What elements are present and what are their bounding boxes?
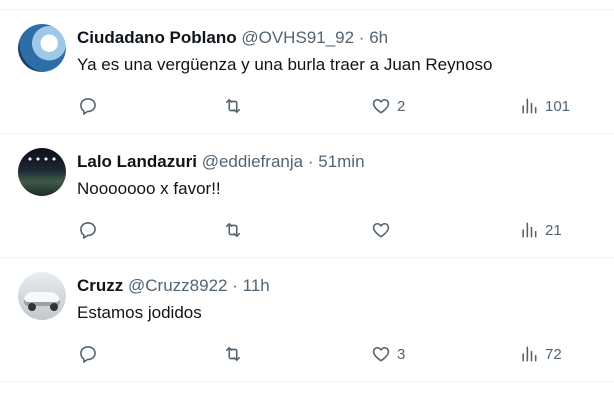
avatar[interactable] <box>18 272 66 320</box>
tweet-actions: 3 72 <box>0 342 614 366</box>
views-icon <box>522 222 537 238</box>
retweet-icon <box>225 346 241 362</box>
tweet-actions: 2 101 <box>0 94 614 118</box>
like-button[interactable]: 3 <box>371 342 405 366</box>
tweet-text: Ya es una vergüenza y una burla traer a … <box>77 55 493 74</box>
like-button[interactable] <box>371 218 397 242</box>
tweet-header: Ciudadano Poblano @OVHS91_92 · 6h <box>77 27 388 49</box>
views-count: 72 <box>545 345 562 363</box>
retweet-icon <box>225 222 241 238</box>
reply-icon <box>80 222 96 239</box>
views-button[interactable]: 101 <box>519 94 570 118</box>
views-button[interactable]: 21 <box>519 218 562 242</box>
heart-icon <box>372 346 390 362</box>
display-name[interactable]: Lalo Landazuri <box>77 152 197 171</box>
user-handle[interactable]: @OVHS91_92 <box>241 28 354 47</box>
separator-dot: · <box>307 152 314 171</box>
avatar-image <box>28 303 36 311</box>
avatar-image <box>26 156 58 162</box>
views-button[interactable]: 72 <box>519 342 562 366</box>
tweet-text: Estamos jodidos <box>77 303 202 322</box>
timestamp[interactable]: 11h <box>243 276 270 295</box>
retweet-button[interactable] <box>223 342 249 366</box>
separator-dot: · <box>358 28 365 47</box>
views-icon <box>522 346 537 362</box>
tweet-item[interactable]: Lalo Landazuri @eddiefranja · 51min Nooo… <box>0 134 614 258</box>
tweet-header: Lalo Landazuri @eddiefranja · 51min <box>77 151 365 173</box>
user-handle[interactable]: @eddiefranja <box>202 152 303 171</box>
retweet-button[interactable] <box>223 94 249 118</box>
separator-dot: · <box>232 276 238 295</box>
like-count: 2 <box>397 97 406 115</box>
tweet-item[interactable]: Cruzz @Cruzz8922 · 11h Estamos jodidos 3… <box>0 258 614 382</box>
tweet-text: Nooooooo x favor!! <box>77 179 221 198</box>
reply-button[interactable] <box>78 218 104 242</box>
retweet-button[interactable] <box>223 218 249 242</box>
avatar[interactable] <box>18 24 66 72</box>
user-handle[interactable]: @Cruzz8922 <box>128 276 227 295</box>
avatar-image <box>50 303 58 311</box>
reply-button[interactable] <box>78 94 104 118</box>
like-button[interactable]: 2 <box>371 94 405 118</box>
tweet-actions: 21 <box>0 218 614 242</box>
views-icon <box>522 98 537 114</box>
avatar[interactable] <box>18 148 66 196</box>
reply-button[interactable] <box>78 342 104 366</box>
views-count: 101 <box>545 97 571 115</box>
reply-icon <box>80 346 96 363</box>
retweet-icon <box>225 98 241 114</box>
tweet-item[interactable]: Ciudadano Poblano @OVHS91_92 · 6h Ya es … <box>0 10 614 134</box>
views-count: 21 <box>545 221 562 239</box>
like-count: 3 <box>397 345 406 363</box>
reply-icon <box>80 98 96 115</box>
timestamp[interactable]: 51min <box>318 152 364 171</box>
display-name[interactable]: Ciudadano Poblano <box>77 28 237 47</box>
tweet-header: Cruzz @Cruzz8922 · 11h <box>77 275 270 297</box>
timestamp[interactable]: 6h <box>369 28 388 47</box>
heart-icon <box>372 98 390 114</box>
heart-icon <box>372 222 390 238</box>
display-name[interactable]: Cruzz <box>77 276 123 295</box>
